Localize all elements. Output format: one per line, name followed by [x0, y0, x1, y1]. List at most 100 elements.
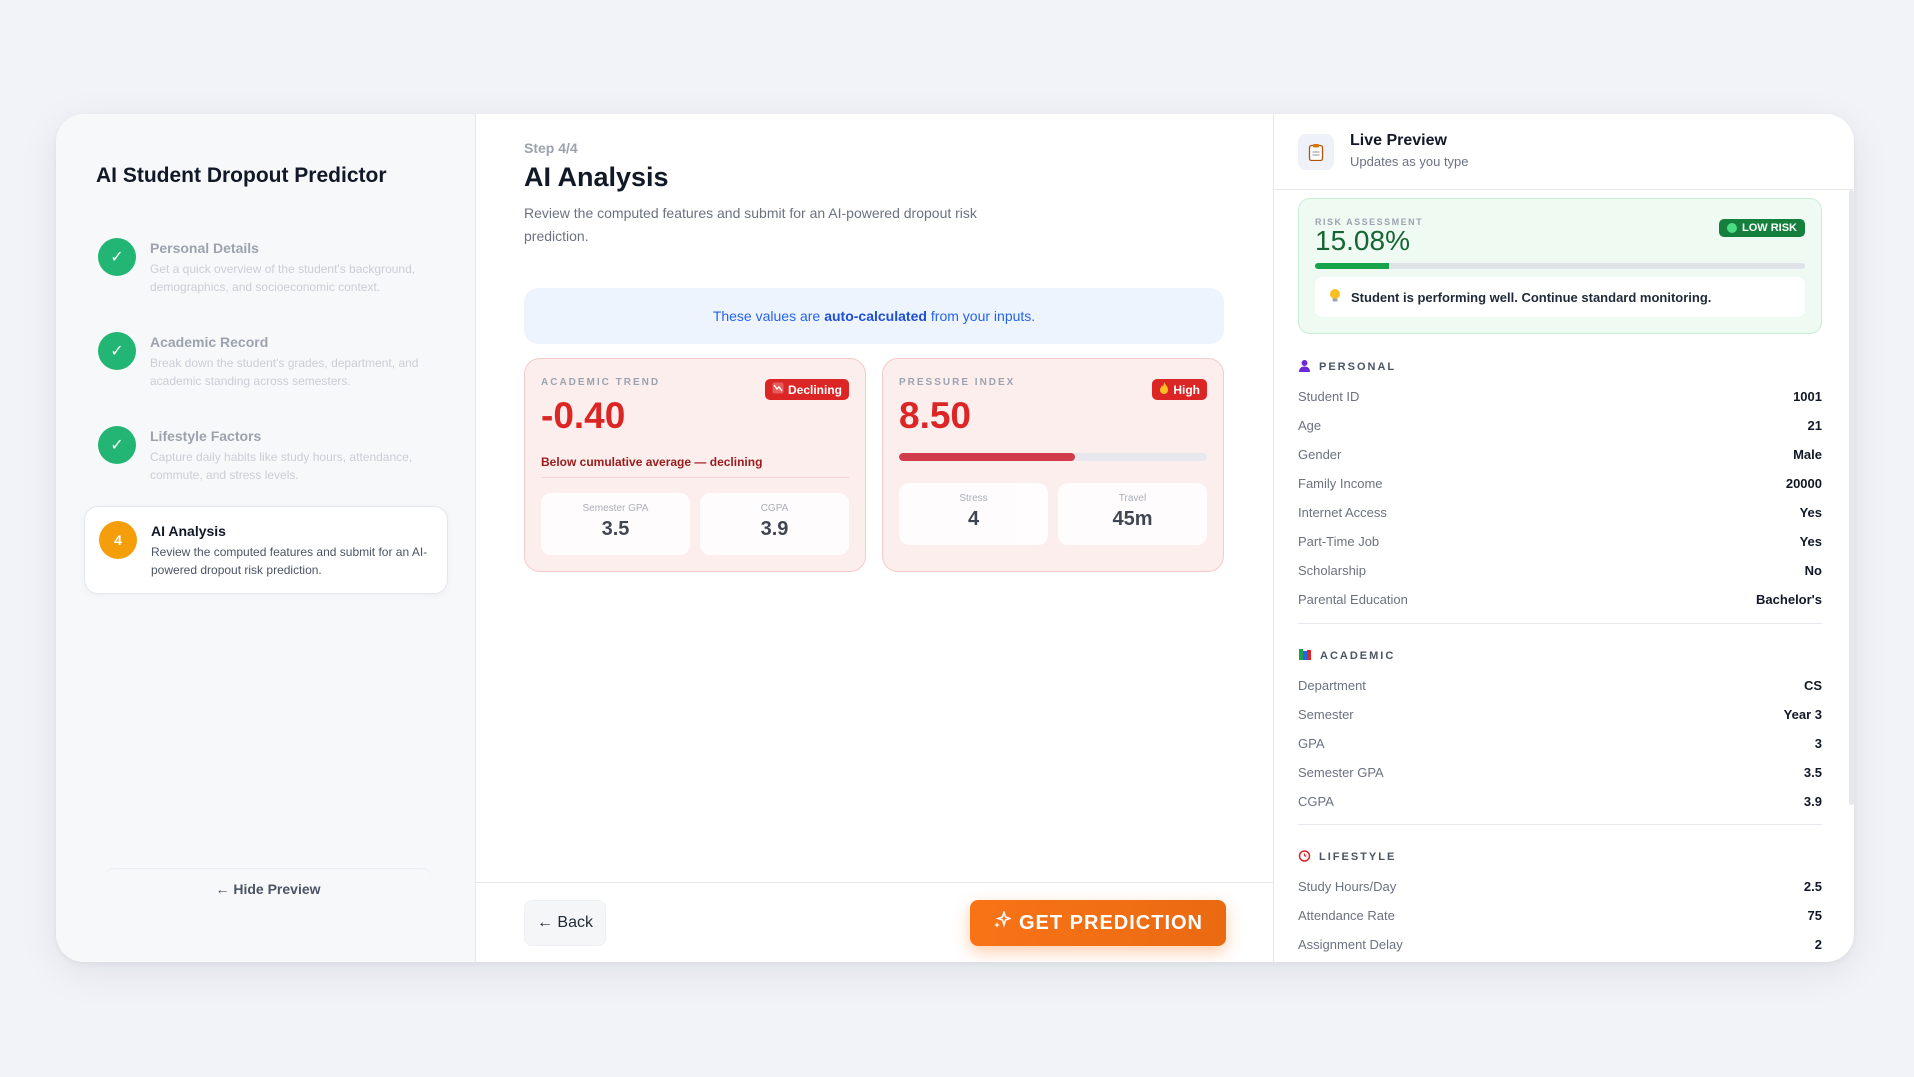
row-value: 1001 — [1793, 389, 1822, 404]
row-value: No — [1804, 563, 1822, 578]
step-description: Get a quick overview of the student's ba… — [150, 262, 416, 294]
low-risk-badge: LOW RISK — [1719, 219, 1805, 237]
row-label: Parental Education — [1298, 592, 1408, 607]
stat-value: 3.5 — [601, 518, 630, 540]
risk-value: 15.08% — [1315, 225, 1410, 256]
section-title: PERSONAL — [1319, 361, 1397, 373]
step-title: AI Analysis — [151, 523, 226, 539]
data-row: Internet Access Yes — [1298, 498, 1822, 527]
row-label: Gender — [1298, 447, 1342, 462]
risk-assessment-card: RISK ASSESSMENT 15.08% LOW RISK Student … — [1298, 198, 1822, 334]
stat-label: Stress — [959, 493, 988, 504]
stat-value: 3.9 — [760, 518, 789, 540]
banner-text: These values are — [712, 308, 821, 324]
academic-trend-card: ACADEMIC TREND Declining -0.40 Below cum… — [524, 358, 866, 572]
stat-label: Travel — [1118, 493, 1147, 504]
risk-bar — [1315, 263, 1805, 269]
step-number-badge: 4 — [99, 521, 137, 559]
status-dot-icon — [1727, 223, 1737, 233]
preview-title: Live Preview — [1350, 132, 1447, 149]
high-badge: High — [1152, 379, 1207, 400]
lifestyle-section: LIFESTYLE Study Hours/Day 2.5 Attendance … — [1298, 848, 1822, 959]
row-label: Study Hours/Day — [1298, 879, 1397, 894]
row-value: Year 3 — [1783, 707, 1822, 722]
step-ai-analysis[interactable]: 4 AI Analysis Review the computed featur… — [84, 506, 448, 594]
step-title: Personal Details — [150, 240, 259, 256]
step-description: Break down the student's grades, departm… — [150, 356, 419, 388]
data-row: Study Hours/Day 2.5 — [1298, 872, 1822, 901]
data-row: Parental Education Bachelor's — [1298, 585, 1822, 614]
preview-scrollbar[interactable] — [1849, 190, 1854, 805]
back-button[interactable]: ← Back — [524, 900, 606, 946]
row-value: 3.9 — [1803, 794, 1822, 809]
risk-bar-fill — [1315, 263, 1389, 269]
hide-preview-button[interactable]: ← Hide Preview — [104, 868, 432, 908]
preview-subtitle: Updates as you type — [1350, 154, 1469, 169]
step-description: Capture daily habits like study hours, a… — [150, 450, 413, 482]
section-heading: PERSONAL — [1298, 358, 1822, 376]
card-label: PRESSURE INDEX — [899, 377, 1016, 388]
main-panel: Step 4/4 AI Analysis Review the computed… — [476, 114, 1274, 962]
data-row: Semester GPA 3.5 — [1298, 758, 1822, 787]
pressure-bar — [899, 453, 1207, 461]
step-description: Review the computed features and submit … — [151, 545, 428, 577]
button-label: GET PREDICTION — [1018, 911, 1203, 934]
badge-text: High — [1173, 382, 1200, 397]
row-label: Internet Access — [1298, 505, 1387, 520]
row-value: 3.5 — [1803, 765, 1822, 780]
section-heading: LIFESTYLE — [1298, 848, 1822, 866]
app-window: AI Student Dropout Predictor ✓ Personal … — [56, 114, 1854, 962]
banner-text: from your inputs. — [930, 308, 1036, 324]
data-row: Part-Time Job Yes — [1298, 527, 1822, 556]
row-label: Part-Time Job — [1298, 534, 1380, 549]
page-description: Review the computed features and submit … — [524, 205, 977, 244]
row-label: Attendance Rate — [1298, 908, 1395, 923]
row-value: 20000 — [1785, 476, 1822, 491]
data-row: Scholarship No — [1298, 556, 1822, 585]
lightbulb-icon — [1329, 288, 1341, 307]
badge-text: LOW RISK — [1742, 222, 1797, 234]
row-label: Age — [1298, 418, 1322, 433]
section-title: ACADEMIC — [1320, 650, 1396, 662]
step-academic-record[interactable]: ✓ Academic Record Break down the student… — [84, 318, 448, 404]
row-value: Yes — [1799, 534, 1822, 549]
footer-divider — [476, 882, 1273, 883]
travel-stat: Travel 45m — [1058, 483, 1207, 545]
risk-message: Student is performing well. Continue sta… — [1315, 277, 1805, 317]
alarm-clock-icon — [1298, 849, 1311, 865]
row-value: 2.5 — [1803, 879, 1822, 894]
stat-label: Semester GPA — [582, 503, 649, 514]
row-label: Semester — [1298, 707, 1354, 722]
get-prediction-button[interactable]: GET PREDICTION — [970, 900, 1226, 946]
person-icon — [1298, 359, 1311, 375]
step-lifestyle-factors[interactable]: ✓ Lifestyle Factors Capture daily habits… — [84, 412, 448, 498]
data-row: Assignment Delay 2 — [1298, 930, 1822, 959]
page-title: AI Analysis — [524, 162, 669, 192]
row-value: 21 — [1807, 418, 1822, 433]
row-value: Male — [1793, 447, 1822, 462]
pressure-value: 8.50 — [899, 395, 972, 436]
stress-stat: Stress 4 — [899, 483, 1048, 545]
sidebar: AI Student Dropout Predictor ✓ Personal … — [56, 114, 476, 962]
trend-down-icon — [772, 382, 784, 397]
pressure-sub-stats: Stress 4 Travel 45m — [899, 483, 1207, 545]
divider — [541, 477, 849, 478]
row-label: Department — [1298, 678, 1366, 693]
clipboard-icon — [1298, 134, 1334, 170]
semester-gpa-stat: Semester GPA 3.5 — [541, 493, 690, 555]
academic-section: ACADEMIC Department CS Semester Year 3 GPA… — [1298, 647, 1822, 816]
row-label: Assignment Delay — [1298, 937, 1403, 952]
row-value: 75 — [1807, 908, 1822, 923]
row-label: Family Income — [1298, 476, 1383, 491]
check-icon: ✓ — [98, 238, 136, 276]
live-preview-panel: Live Preview Updates as you type RISK AS… — [1274, 114, 1854, 962]
row-label: CGPA — [1298, 794, 1334, 809]
data-row: Department CS — [1298, 671, 1822, 700]
risk-message-text: Student is performing well. Continue sta… — [1351, 289, 1712, 305]
stat-value: 4 — [967, 508, 980, 530]
step-personal-details[interactable]: ✓ Personal Details Get a quick overview … — [84, 224, 448, 310]
trend-sub-stats: Semester GPA 3.5 CGPA 3.9 — [541, 493, 849, 555]
badge-text: Declining — [787, 382, 842, 397]
row-label: Scholarship — [1298, 563, 1366, 578]
row-label: Student ID — [1298, 389, 1360, 404]
